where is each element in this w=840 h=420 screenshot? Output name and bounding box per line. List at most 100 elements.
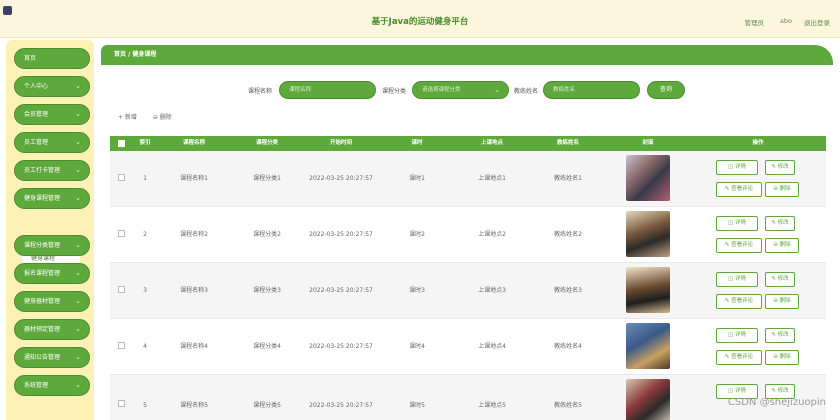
detail-button[interactable]: ◫ 详情	[716, 328, 758, 343]
toolbar: + 新增 ⊖ 删除	[118, 112, 186, 121]
chevron-down-icon: ⌄	[75, 381, 81, 389]
query-button[interactable]: 查询	[647, 81, 685, 99]
chevron-up-icon: ⌄	[75, 194, 81, 202]
sidebar-item-equipment[interactable]: 健身器材管理 ⌄	[14, 291, 90, 312]
chevron-down-icon: ⌄	[75, 353, 81, 361]
row-checkbox[interactable]	[118, 174, 125, 181]
cell-coach: 教练姓名1	[554, 175, 582, 182]
detail-button[interactable]: ◫ 详情	[716, 272, 758, 287]
cover-image	[626, 211, 670, 257]
cell-place: 上课地点1	[478, 175, 506, 182]
cell-start-time: 2022-03-25 20:27:57	[309, 231, 373, 238]
add-button[interactable]: + 新增	[118, 112, 137, 121]
cell-category: 课程分类3	[253, 287, 281, 294]
row-checkbox[interactable]	[118, 286, 125, 293]
view-comments-button[interactable]: ✎ 查看评论	[716, 238, 762, 253]
col-cover: 封面	[642, 140, 654, 146]
col-coach: 教练姓名	[556, 140, 579, 146]
row-checkbox[interactable]	[118, 230, 125, 237]
delete-button[interactable]: ⊖ 删除	[765, 350, 799, 365]
cover-image	[626, 155, 670, 201]
chevron-down-icon: ⌄	[494, 86, 500, 94]
cell-coach: 教练姓名4	[554, 343, 582, 350]
table-row: 3 课程名称3 课程分类3 2022-03-25 20:27:57 课时3 上课…	[110, 263, 826, 319]
sidebar-item-staff-checkin[interactable]: 员工打卡管理 ⌄	[14, 160, 90, 181]
cell-coach: 教练姓名2	[554, 231, 582, 238]
col-hours: 课时	[411, 140, 423, 146]
sidebar-item-label: 通知公告管理	[24, 354, 61, 361]
cell-hours: 课时4	[409, 343, 425, 350]
watermark: CSDN @shejizuopin	[727, 397, 826, 408]
cell-hours: 课时3	[409, 287, 425, 294]
cell-index: 2	[143, 231, 147, 238]
edit-button[interactable]: ✎ 修改	[765, 160, 795, 175]
category-select[interactable]: 请选择课程分类 ⌄	[412, 81, 509, 99]
delete-button[interactable]: ⊖ 删除	[765, 182, 799, 197]
top-header: 基于Java的运动健身平台 管理员 abo 退出登录	[0, 0, 840, 38]
cell-start-time: 2022-03-25 20:27:57	[309, 287, 373, 294]
cell-hours: 课时1	[409, 175, 425, 182]
sidebar-item-enrollment[interactable]: 报名课程管理 ⌄	[14, 263, 90, 284]
table-row: 2 课程名称2 课程分类2 2022-03-25 20:27:57 课时2 上课…	[110, 207, 826, 263]
sidebar-item-categories[interactable]: 课程分类管理 ⌄	[14, 235, 90, 256]
sidebar: 首页 个人中心 ⌄ 会员管理 ⌄ 员工管理 ⌄ 员工打卡管理 ⌄ 健身课程管理 ⌄ 健身课…	[6, 40, 94, 420]
coach-name-input[interactable]: 教练姓名	[543, 81, 640, 99]
row-checkbox[interactable]	[118, 342, 125, 349]
cell-index: 5	[143, 402, 147, 409]
col-place: 上课地点	[480, 140, 503, 146]
batch-delete-button[interactable]: ⊖ 删除	[153, 112, 172, 121]
sidebar-item-label: 员工管理	[24, 139, 49, 146]
delete-button[interactable]: ⊖ 删除	[765, 294, 799, 309]
cell-place: 上课地点5	[478, 402, 506, 409]
sidebar-item-label: 首页	[24, 55, 37, 62]
detail-button[interactable]: ◫ 详情	[716, 160, 758, 175]
cell-course-name: 课程名称5	[180, 402, 208, 409]
chevron-down-icon: ⌄	[75, 241, 81, 249]
course-name-input[interactable]: 课程名称	[279, 81, 376, 99]
chevron-down-icon: ⌄	[75, 269, 81, 277]
select-all-checkbox[interactable]	[118, 140, 125, 147]
sidebar-item-label: 员工打卡管理	[24, 167, 61, 174]
sidebar-item-system[interactable]: 系统管理 ⌄	[14, 375, 90, 396]
cover-image	[626, 323, 670, 369]
edit-button[interactable]: ✎ 修改	[765, 272, 795, 287]
sidebar-item-label: 会员管理	[24, 111, 49, 118]
cell-index: 1	[143, 175, 147, 182]
col-operations: 操作	[752, 140, 764, 146]
col-index: 索引	[139, 140, 151, 146]
table-row: 4 课程名称4 课程分类4 2022-03-25 20:27:57 课时4 上课…	[110, 319, 826, 375]
cell-start-time: 2022-03-25 20:27:57	[309, 175, 373, 182]
cell-category: 课程分类2	[253, 231, 281, 238]
sidebar-item-equipment-booking[interactable]: 器材预定管理 ⌄	[14, 319, 90, 340]
edit-button[interactable]: ✎ 修改	[765, 216, 795, 231]
table-row: 5 课程名称5 课程分类5 2022-03-25 20:27:57 课时5 上课…	[110, 375, 826, 420]
chevron-down-icon: ⌄	[75, 325, 81, 333]
logout-link[interactable]: 退出登录	[804, 17, 830, 27]
sidebar-item-home[interactable]: 首页	[14, 48, 90, 69]
cell-category: 课程分类4	[253, 343, 281, 350]
cell-coach: 教练姓名3	[554, 287, 582, 294]
sidebar-item-members[interactable]: 会员管理 ⌄	[14, 104, 90, 125]
view-comments-button[interactable]: ✎ 查看评论	[716, 294, 762, 309]
delete-button[interactable]: ⊖ 删除	[765, 238, 799, 253]
view-comments-button[interactable]: ✎ 查看评论	[716, 182, 762, 197]
cell-start-time: 2022-03-25 20:27:57	[309, 343, 373, 350]
row-checkbox[interactable]	[118, 400, 125, 407]
sidebar-item-staff[interactable]: 员工管理 ⌄	[14, 132, 90, 153]
search-bar: 课程名称 课程名称 课程分类 请选择课程分类 ⌄ 教练姓名 教练姓名 查询	[100, 80, 836, 100]
sidebar-item-notices[interactable]: 通知公告管理 ⌄	[14, 347, 90, 368]
edit-button[interactable]: ✎ 修改	[765, 328, 795, 343]
sidebar-item-profile[interactable]: 个人中心 ⌄	[14, 76, 90, 97]
cell-hours: 课时2	[409, 231, 425, 238]
cell-place: 上课地点3	[478, 287, 506, 294]
sidebar-item-label: 器材预定管理	[24, 326, 61, 333]
cell-course-name: 课程名称4	[180, 343, 208, 350]
chevron-down-icon: ⌄	[75, 110, 81, 118]
view-comments-button[interactable]: ✎ 查看评论	[716, 350, 762, 365]
sidebar-item-courses[interactable]: 健身课程管理 ⌄	[14, 188, 90, 209]
detail-button[interactable]: ◫ 详情	[716, 216, 758, 231]
cell-coach: 教练姓名5	[554, 402, 582, 409]
sidebar-item-label: 系统管理	[24, 382, 49, 389]
cell-category: 课程分类1	[253, 175, 281, 182]
cell-index: 4	[143, 343, 147, 350]
